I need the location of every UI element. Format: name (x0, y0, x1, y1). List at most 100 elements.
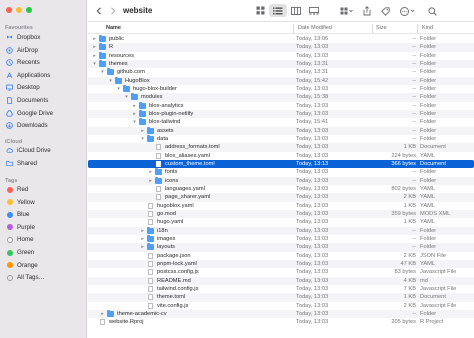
file-row[interactable]: ▾ modules Today, 15:38 -- Folder (88, 93, 474, 102)
file-row[interactable]: ▸ resources Today, 13:03 -- Folder (88, 51, 474, 60)
chevron-right-icon[interactable]: ▸ (140, 236, 145, 242)
file-row[interactable]: ▸ icons Today, 13:03 -- Folder (88, 176, 474, 185)
file-row[interactable]: ▸ layouts Today, 13:03 -- Folder (88, 243, 474, 252)
column-view-button[interactable] (287, 4, 305, 17)
sidebar-item-dropbox[interactable]: Dropbox (3, 32, 83, 43)
column-size[interactable]: Size (376, 25, 387, 31)
chevron-right-icon[interactable]: ▸ (100, 311, 105, 317)
sidebar-tag-blue[interactable]: Blue (3, 209, 83, 220)
file-row[interactable]: address_formats.toml Today, 13:03 1 KB Docu… (88, 143, 474, 152)
file-row[interactable]: ▾ data Today, 13:03 -- Folder (88, 134, 474, 143)
column-kind[interactable]: Kind (422, 25, 433, 31)
column-divider[interactable] (372, 24, 373, 33)
sidebar-tag-orange[interactable]: Orange (3, 260, 83, 271)
file-row[interactable]: ▸ images Today, 13:03 -- Folder (88, 234, 474, 243)
icon-view-button[interactable] (251, 4, 269, 17)
column-date-modified[interactable]: Date Modified (298, 25, 332, 31)
file-row[interactable]: ▸ public Today, 13:06 -- Folder (88, 35, 474, 43)
file-row[interactable]: languages.yaml Today, 13:03 802 bytes YAML (88, 185, 474, 193)
chevron-right-icon[interactable]: ▸ (148, 178, 153, 184)
search-button[interactable] (426, 5, 438, 17)
file-row[interactable]: page_sharer.yaml Today, 13:03 2 KB YAML (88, 193, 474, 202)
file-row[interactable]: custom_theme.toml Today, 13:13 366 bytes Do… (88, 159, 474, 169)
column-divider[interactable] (417, 24, 418, 33)
file-row[interactable]: package.json Today, 13:03 2 KB JSON File (88, 252, 474, 260)
folder-icon (99, 35, 106, 42)
action-button[interactable] (399, 5, 417, 17)
minimize-button[interactable] (16, 7, 22, 13)
file-row[interactable]: hugoblox.yaml Today, 13:03 1 KB YAML (88, 202, 474, 210)
chevron-right-icon[interactable]: ▸ (140, 128, 145, 134)
chevron-down-icon[interactable]: ▾ (116, 86, 121, 92)
file-row[interactable]: vite.config.js Today, 13:03 2 KB Javascript… (88, 302, 474, 310)
sidebar-tag-alltags[interactable]: All Tags… (3, 272, 83, 283)
file-row[interactable]: hugo.yaml Today, 13:03 1 KB YAML (88, 218, 474, 226)
dropbox-icon (6, 34, 13, 41)
chevron-down-icon[interactable]: ▾ (132, 119, 137, 125)
chevron-right-icon[interactable]: ▸ (132, 111, 137, 117)
sidebar-tag-purple[interactable]: Purple (3, 222, 83, 233)
chevron-right-icon[interactable]: ▸ (92, 53, 97, 59)
sidebar-tag-green[interactable]: Green (3, 247, 83, 258)
file-row[interactable]: ▸ blox-analytics Today, 13:03 -- Folder (88, 101, 474, 110)
file-row[interactable]: postcss.config.js Today, 13:03 83 bytes Jav… (88, 268, 474, 276)
sidebar-item-desktop[interactable]: Desktop (3, 82, 83, 93)
chevron-right-icon[interactable]: ▸ (132, 103, 137, 109)
chevron-down-icon[interactable]: ▾ (124, 94, 129, 100)
sidebar-item-downloads[interactable]: Downloads (3, 120, 83, 131)
file-row[interactable]: ▸ R Today, 13:03 -- Folder (88, 43, 474, 52)
share-button[interactable] (361, 5, 373, 17)
file-row[interactable]: ▾ themes Today, 13:31 -- Folder (88, 59, 474, 69)
sidebar-item-shared[interactable]: Shared (3, 158, 83, 169)
sidebar-item-recents[interactable]: Recents (3, 57, 83, 68)
zoom-button[interactable] (26, 7, 32, 13)
sidebar-item-google-drive[interactable]: Google Drive (3, 108, 83, 119)
file-row[interactable]: ▾ HugoBlox Today, 15:42 -- Folder (88, 76, 474, 85)
chevron-right-icon[interactable]: ▸ (148, 169, 153, 175)
chevron-down-icon[interactable]: ▾ (108, 78, 113, 84)
file-date: Today, 13:03 (296, 285, 329, 292)
sidebar-item-applications[interactable]: Applications (3, 70, 83, 81)
file-row[interactable]: theme.toml Today, 13:03 1 KB Document (88, 293, 474, 302)
chevron-down-icon[interactable]: ▾ (140, 136, 145, 142)
file-row[interactable]: blox_aliases.yaml Today, 13:03 224 bytes YA… (88, 152, 474, 160)
close-button[interactable] (6, 7, 12, 13)
tag-button[interactable] (379, 5, 391, 17)
group-button[interactable] (338, 5, 356, 17)
chevron-right-icon[interactable]: ▸ (140, 244, 145, 250)
file-row[interactable]: README.md Today, 13:03 4 KB md (88, 276, 474, 285)
chevron-down-icon[interactable]: ▾ (92, 61, 97, 67)
file-row[interactable]: website.Rproj Today, 13:03 205 bytes R Proj… (88, 318, 474, 326)
file-row[interactable]: ▸ theme-academic-cv Today, 13:03 -- Folder (88, 309, 474, 319)
list-view-button[interactable] (269, 4, 287, 17)
file-row[interactable]: pnpm-lock.yaml Today, 13:03 47 KB YAML (88, 259, 474, 269)
chevron-right-icon[interactable]: ▸ (92, 36, 97, 42)
chevron-right-icon[interactable]: ▸ (140, 228, 145, 234)
column-divider[interactable] (293, 24, 294, 33)
sidebar-item-icloud-drive[interactable]: iCloud Drive (3, 145, 83, 156)
file-row[interactable]: ▸ assets Today, 13:03 -- Folder (88, 126, 474, 135)
sidebar-item-airdrop[interactable]: AirDrop (3, 45, 83, 56)
file-row[interactable]: ▸ blox-plugin-netlify Today, 13:03 -- Folder (88, 109, 474, 119)
file-row[interactable]: tailwind.config.js Today, 13:03 7 KB Javasc… (88, 285, 474, 293)
file-row[interactable]: ▾ blox-tailwind Today, 15:41 -- Folder (88, 118, 474, 126)
folder-icon (107, 68, 114, 76)
sidebar-item-label: Blue (17, 211, 30, 219)
file-row[interactable]: ▾ hugo-blox-builder Today, 13:03 -- Folder (88, 84, 474, 93)
file-row[interactable]: ▸ i18n Today, 13:03 -- Folder (88, 226, 474, 235)
sidebar-tag-yellow[interactable]: Yellow (3, 197, 83, 208)
folder-icon (147, 126, 154, 134)
file-row[interactable]: ▾ github.com Today, 13:31 -- Folder (88, 68, 474, 76)
column-name[interactable]: Name (106, 25, 121, 31)
file-row[interactable]: ▸ fonts Today, 13:03 -- Folder (88, 168, 474, 176)
back-button[interactable] (94, 5, 104, 17)
gallery-view-button[interactable] (305, 4, 323, 17)
forward-button[interactable] (108, 5, 118, 17)
file-name: assets (157, 127, 174, 134)
sidebar-tag-home[interactable]: Home (3, 234, 83, 245)
chevron-right-icon[interactable]: ▸ (92, 44, 97, 50)
sidebar-item-documents[interactable]: Documents (3, 95, 83, 106)
file-row[interactable]: go.mod Today, 13:03 359 bytes MODS XML (88, 209, 474, 219)
sidebar-tag-red[interactable]: Red (3, 184, 83, 195)
chevron-down-icon[interactable]: ▾ (100, 69, 105, 75)
